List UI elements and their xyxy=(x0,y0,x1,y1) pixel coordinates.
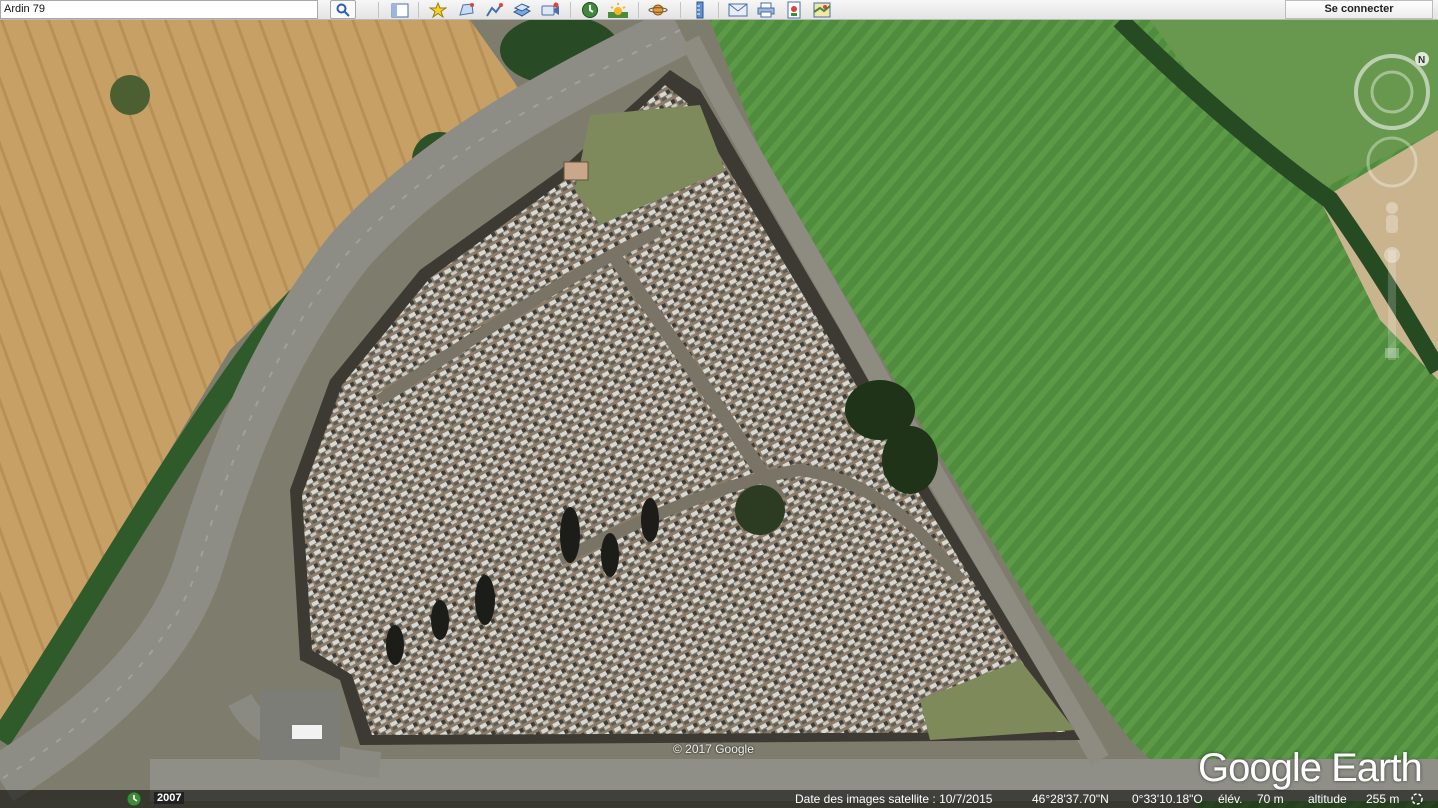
look-joystick[interactable] xyxy=(1366,136,1418,188)
sign-in-button[interactable]: Se connecter xyxy=(1285,0,1433,19)
planets-icon xyxy=(648,4,668,16)
sunlight-icon xyxy=(608,3,628,18)
historical-imagery-icon xyxy=(582,2,598,18)
toolbar-separator xyxy=(570,2,571,18)
placemark-icon xyxy=(429,2,447,18)
polygon-icon xyxy=(459,3,474,16)
toolbar-separator xyxy=(718,2,719,18)
view-in-maps-button[interactable] xyxy=(812,1,832,19)
add-placemark-button[interactable] xyxy=(428,1,448,19)
compass-north-icon: N xyxy=(1418,55,1425,66)
elevation-label: élév. xyxy=(1218,792,1243,806)
add-overlay-button[interactable] xyxy=(512,1,532,19)
sunlight-button[interactable] xyxy=(608,1,628,19)
imagery-date: Date des images satellite : 10/7/2015 xyxy=(795,792,993,806)
email-button[interactable] xyxy=(728,1,748,19)
search-input[interactable]: Ardin 79 xyxy=(0,0,318,19)
copyright-text: © 2017 Google xyxy=(673,742,754,756)
navigation-controls: N xyxy=(1354,50,1434,370)
add-polygon-button[interactable] xyxy=(456,1,476,19)
map-view[interactable]: N © 2017 Google Google Earth xyxy=(0,20,1438,808)
email-icon xyxy=(728,3,748,17)
historical-imagery-button[interactable] xyxy=(580,1,600,19)
overlay-icon xyxy=(512,3,532,17)
map-view-icon xyxy=(813,2,831,18)
path-icon xyxy=(486,3,503,17)
elevation-value: 70 m xyxy=(1257,792,1284,806)
toolbar-separator xyxy=(680,2,681,18)
add-path-button[interactable] xyxy=(484,1,504,19)
record-tour-button[interactable] xyxy=(540,1,560,19)
streaming-progress-icon xyxy=(1410,792,1424,808)
toolbar-separator xyxy=(638,2,639,18)
latitude-readout: 46°28'37.70"N xyxy=(1032,792,1109,806)
sidebar-icon xyxy=(391,3,409,17)
save-image-button[interactable] xyxy=(784,1,804,19)
imagery-year-badge[interactable]: 2007 xyxy=(154,792,185,804)
satellite-imagery xyxy=(0,20,1438,808)
ruler-button[interactable] xyxy=(690,1,710,19)
historical-clock-icon[interactable] xyxy=(126,791,142,808)
sidebar-toggle-button[interactable] xyxy=(390,1,410,19)
zoom-slider[interactable] xyxy=(1384,247,1400,360)
toolbar-separator xyxy=(378,2,379,18)
ruler-icon xyxy=(696,1,704,19)
toolbar: Ardin 79 Se connecter xyxy=(0,0,1438,20)
longitude-readout: 0°33'10.18"O xyxy=(1132,792,1203,806)
status-bar: 2007 Date des images satellite : 10/7/20… xyxy=(0,790,1438,808)
save-image-icon xyxy=(787,1,801,19)
search-icon xyxy=(336,3,350,17)
street-view-pegman-icon[interactable] xyxy=(1386,202,1398,233)
altitude-label: altitude xyxy=(1308,792,1347,806)
search-button[interactable] xyxy=(330,0,356,19)
google-earth-logo: Google Earth xyxy=(1198,746,1423,790)
print-icon xyxy=(757,2,775,18)
altitude-value: 255 m xyxy=(1366,792,1400,806)
planets-button[interactable] xyxy=(648,1,668,19)
record-tour-icon xyxy=(541,2,559,16)
print-button[interactable] xyxy=(756,1,776,19)
toolbar-separator xyxy=(418,2,419,18)
